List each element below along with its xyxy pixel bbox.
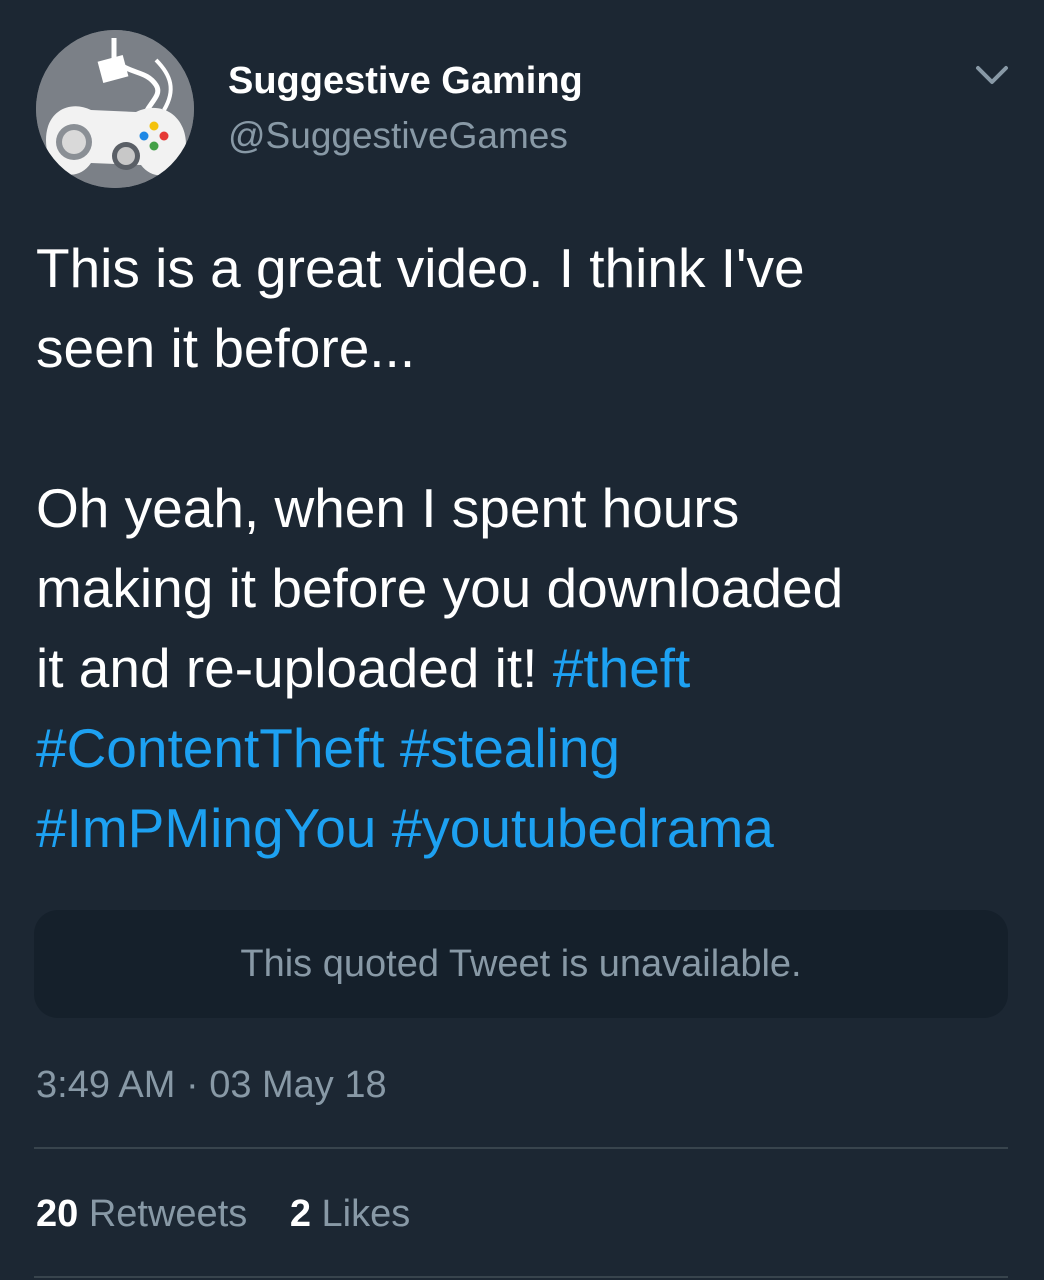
avatar[interactable] <box>36 30 194 188</box>
author-handle[interactable]: @SuggestiveGames <box>228 112 583 160</box>
tweet-detail: Suggestive Gaming @SuggestiveGames This … <box>0 0 1044 1280</box>
retweets-label: Retweets <box>88 1193 248 1235</box>
hashtag-link[interactable]: #ImPMingYou <box>36 797 376 859</box>
hashtag-link[interactable]: #ContentTheft <box>36 717 385 779</box>
tweet-text-line: making it before you downloaded <box>36 557 844 619</box>
tweet-text-line: #ImPMingYou #youtubedrama <box>36 788 1011 868</box>
tweet-text-segment: it and re-uploaded it! <box>36 637 553 699</box>
divider <box>34 1276 1008 1278</box>
author-names: Suggestive Gaming @SuggestiveGames <box>228 58 583 160</box>
likes-count: 2 <box>289 1193 311 1235</box>
tweet-stats: 20 Retweets 2 Likes <box>36 1188 442 1240</box>
likes-label: Likes <box>321 1193 411 1235</box>
retweets-stat[interactable]: 20 Retweets <box>36 1188 247 1240</box>
quoted-tweet-message: This quoted Tweet is unavailable. <box>240 942 802 985</box>
tweet-header: Suggestive Gaming @SuggestiveGames <box>36 30 1016 190</box>
author-display-name[interactable]: Suggestive Gaming <box>228 58 583 104</box>
tweet-text-line: #ContentTheft #stealing <box>36 708 1011 788</box>
tweet-text-line: it and re-uploaded it! #theft <box>36 628 1011 708</box>
likes-stat[interactable]: 2 Likes <box>290 1188 410 1240</box>
hashtag-link[interactable]: #stealing <box>400 717 620 779</box>
game-controller-icon <box>36 30 194 188</box>
chevron-down-icon[interactable] <box>972 60 1012 90</box>
hashtag-link[interactable]: #youtubedrama <box>392 797 774 859</box>
retweets-count: 20 <box>36 1193 79 1235</box>
tweet-text-line: This is a great video. I think I've <box>36 237 805 299</box>
tweet-timestamp: 3:49 AM · 03 May 18 <box>36 1064 387 1106</box>
divider <box>34 1147 1008 1149</box>
tweet-body: This is a great video. I think I've seen… <box>36 228 1011 868</box>
quoted-tweet-unavailable: This quoted Tweet is unavailable. <box>34 910 1008 1018</box>
tweet-text-line: Oh yeah, when I spent hours <box>36 477 740 539</box>
tweet-text-line: seen it before... <box>36 317 416 379</box>
paragraph-break <box>36 388 1011 468</box>
hashtag-link[interactable]: #theft <box>553 637 691 699</box>
